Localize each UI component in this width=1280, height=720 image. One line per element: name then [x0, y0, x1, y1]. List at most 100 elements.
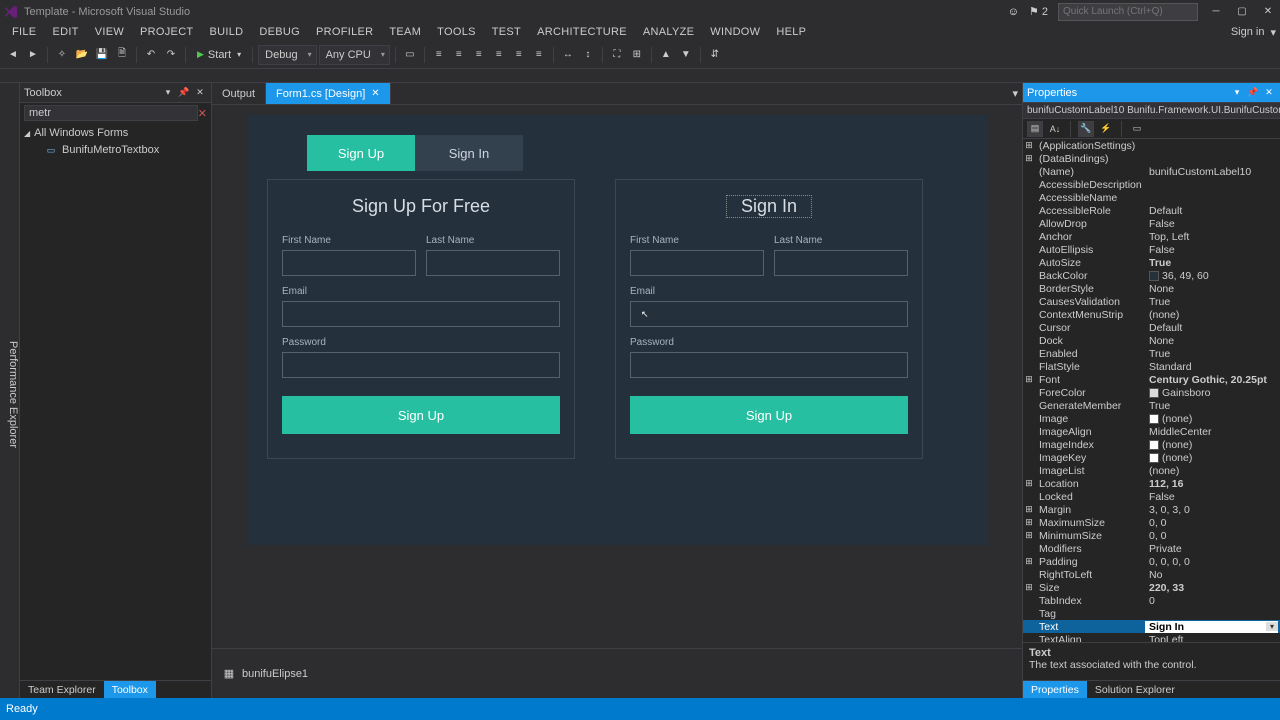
property-row[interactable]: DockNone [1023, 334, 1280, 347]
expand-icon[interactable]: ⊞ [1023, 153, 1035, 164]
tab-solution-explorer[interactable]: Solution Explorer [1087, 681, 1183, 698]
property-value[interactable]: True [1145, 296, 1280, 308]
menu-view[interactable]: VIEW [87, 24, 132, 40]
property-value[interactable]: None [1145, 283, 1280, 295]
tabs-overflow-icon[interactable]: ▾ [1012, 87, 1018, 100]
align-center-icon[interactable]: ≡ [450, 46, 468, 64]
property-value[interactable]: 0, 0 [1145, 517, 1280, 529]
toolbox-category[interactable]: ◢ All Windows Forms [20, 125, 211, 141]
property-row[interactable]: ImageAlignMiddleCenter [1023, 425, 1280, 438]
input-first-name-2[interactable] [630, 250, 764, 276]
align-top-icon[interactable]: ≡ [490, 46, 508, 64]
property-row[interactable]: LockedFalse [1023, 490, 1280, 503]
hspace-icon[interactable]: ↔ [559, 46, 577, 64]
undo-icon[interactable]: ↶ [142, 46, 160, 64]
property-value[interactable]: 220, 33 [1145, 582, 1280, 594]
property-value[interactable]: False [1145, 491, 1280, 503]
property-row[interactable]: ⊞FontCentury Gothic, 20.25pt [1023, 373, 1280, 386]
search-clear-icon[interactable]: ✕ [198, 107, 207, 120]
doctab-output[interactable]: Output [212, 83, 266, 104]
property-row[interactable]: ⊞Margin3, 0, 3, 0 [1023, 503, 1280, 516]
property-row[interactable]: Tag [1023, 607, 1280, 620]
align-right-icon[interactable]: ≡ [470, 46, 488, 64]
property-value[interactable]: Default [1145, 205, 1280, 217]
categorized-icon[interactable]: ▤ [1027, 121, 1043, 137]
property-row[interactable]: ContextMenuStrip(none) [1023, 308, 1280, 321]
property-value[interactable]: Top, Left [1145, 231, 1280, 243]
property-value[interactable]: No [1145, 569, 1280, 581]
open-file-icon[interactable]: 📂 [73, 46, 91, 64]
menu-architecture[interactable]: ARCHITECTURE [529, 24, 635, 40]
events-icon[interactable]: ⚡ [1098, 121, 1114, 137]
property-value[interactable]: None [1145, 335, 1280, 347]
input-last-name-2[interactable] [774, 250, 908, 276]
align-left-icon[interactable]: ≡ [430, 46, 448, 64]
property-value[interactable]: Century Gothic, 20.25pt [1145, 374, 1280, 386]
expand-icon[interactable]: ⊞ [1023, 556, 1035, 567]
property-row[interactable]: AutoSizeTrue [1023, 256, 1280, 269]
property-value[interactable]: True [1145, 257, 1280, 269]
property-row[interactable]: AccessibleName [1023, 191, 1280, 204]
signup-panel[interactable]: Sign Up For Free First Name Last Name Em… [267, 179, 575, 459]
expand-icon[interactable]: ⊞ [1023, 530, 1035, 541]
property-row[interactable]: BorderStyleNone [1023, 282, 1280, 295]
input-password-2[interactable] [630, 352, 908, 378]
property-row[interactable]: BackColor36, 49, 60 [1023, 269, 1280, 282]
pin-icon[interactable]: 📌 [1246, 86, 1260, 100]
maximize-button[interactable]: ▢ [1234, 4, 1250, 20]
property-value[interactable]: (none) [1145, 452, 1280, 464]
property-row[interactable]: ⊞Location112, 16 [1023, 477, 1280, 490]
menu-test[interactable]: TEST [484, 24, 529, 40]
menu-analyze[interactable]: ANALYZE [635, 24, 702, 40]
properties-grid[interactable]: ⊞(ApplicationSettings)⊞(DataBindings)(Na… [1023, 139, 1280, 642]
config-dropdown[interactable]: Debug [258, 45, 316, 65]
dropdown-icon[interactable]: ▾ [1266, 622, 1278, 631]
props-icon[interactable]: 🔧 [1078, 121, 1094, 137]
tab-team-explorer[interactable]: Team Explorer [20, 681, 104, 698]
property-value[interactable]: (none) [1145, 413, 1280, 425]
property-value[interactable]: False [1145, 244, 1280, 256]
signin-button[interactable]: Sign Up [630, 396, 908, 434]
prop-pages-icon[interactable]: ▭ [1129, 121, 1145, 137]
property-value[interactable]: (none) [1145, 309, 1280, 321]
vspace-icon[interactable]: ↕ [579, 46, 597, 64]
platform-dropdown[interactable]: Any CPU [319, 45, 390, 65]
property-row[interactable]: Image(none) [1023, 412, 1280, 425]
menu-build[interactable]: BUILD [201, 24, 251, 40]
property-row[interactable]: TextAlignTopLeft [1023, 633, 1280, 642]
pin-icon[interactable]: 📌 [177, 86, 191, 100]
form-tab-signin[interactable]: Sign In [415, 135, 523, 171]
property-row[interactable]: ⊞Size220, 33 [1023, 581, 1280, 594]
toolbox-item[interactable]: ▭ BunifuMetroTextbox [20, 141, 211, 159]
property-row[interactable]: (Name)bunifuCustomLabel10 [1023, 165, 1280, 178]
property-row[interactable]: CursorDefault [1023, 321, 1280, 334]
signin-link[interactable]: Sign in [1225, 24, 1271, 40]
property-row[interactable]: ImageIndex(none) [1023, 438, 1280, 451]
feedback-icon[interactable]: ☺ [1008, 6, 1019, 18]
nav-fwd-icon[interactable]: ► [24, 46, 42, 64]
property-value[interactable]: False [1145, 218, 1280, 230]
alphabetical-icon[interactable]: A↓ [1047, 121, 1063, 137]
property-row[interactable]: TextSign In▾ [1023, 620, 1280, 633]
panel-dropdown-icon[interactable]: ▾ [161, 86, 175, 100]
quick-launch-input[interactable] [1058, 3, 1198, 21]
panel-close-icon[interactable]: ✕ [193, 86, 207, 100]
collapsed-panel-strip[interactable]: Performance Explorer [0, 83, 20, 698]
expand-icon[interactable]: ⊞ [1023, 582, 1035, 593]
property-row[interactable]: TabIndex0 [1023, 594, 1280, 607]
menu-tools[interactable]: TOOLS [429, 24, 484, 40]
property-row[interactable]: ImageList(none) [1023, 464, 1280, 477]
menu-profiler[interactable]: PROFILER [308, 24, 381, 40]
property-value[interactable]: 0, 0, 0, 0 [1145, 556, 1280, 568]
property-row[interactable]: ModifiersPrivate [1023, 542, 1280, 555]
tab-close-icon[interactable]: ✕ [371, 88, 379, 99]
property-row[interactable]: EnabledTrue [1023, 347, 1280, 360]
doctab-form1-design[interactable]: Form1.cs [Design]✕ [266, 83, 391, 104]
minimize-button[interactable]: ─ [1208, 4, 1224, 20]
form-canvas[interactable]: Sign Up Sign In Sign Up For Free First N… [247, 115, 987, 545]
send-back-icon[interactable]: ▼ [677, 46, 695, 64]
align-bot-icon[interactable]: ≡ [530, 46, 548, 64]
close-button[interactable]: ✕ [1260, 4, 1276, 20]
toolbox-search-input[interactable] [24, 105, 198, 121]
bring-front-icon[interactable]: ▲ [657, 46, 675, 64]
